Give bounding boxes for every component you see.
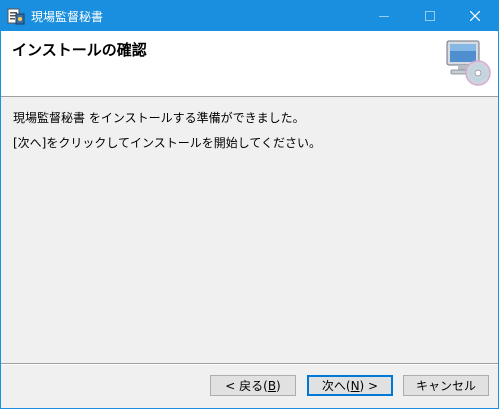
- header-banner: インストールの確認: [1, 31, 498, 97]
- setup-computer-cd-icon: [446, 40, 491, 86]
- dialog-content: 現場監督秘書 をインストールする準備ができました。 [次へ]をクリックしてインス…: [1, 97, 498, 363]
- next-button[interactable]: 次へ(N) >: [307, 375, 393, 396]
- ready-message: 現場監督秘書 をインストールする準備ができました。: [13, 111, 305, 125]
- maximize-icon: [425, 11, 435, 21]
- back-button-label-pre: < 戻る(: [225, 379, 268, 393]
- back-button-accel: B: [267, 378, 277, 393]
- next-button-accel: N: [350, 378, 360, 393]
- installer-window: 現場監督秘書 インストールの確認 現場監督秘書 をインストールする準備ができまし…: [0, 0, 499, 409]
- page-heading: インストールの確認: [12, 41, 147, 59]
- close-button[interactable]: [452, 1, 498, 31]
- minimize-icon: [379, 16, 389, 17]
- button-separator: [1, 363, 498, 365]
- next-button-label-post: ) >: [359, 378, 379, 393]
- app-icon: [7, 8, 25, 25]
- back-button-label-post: ): [276, 378, 281, 393]
- window-title: 現場監督秘書: [31, 10, 104, 24]
- instruction-message: [次へ]をクリックしてインストールを開始してください。: [13, 136, 322, 150]
- close-icon: [470, 11, 480, 21]
- next-button-label-pre: 次へ(: [321, 379, 351, 393]
- title-bar[interactable]: 現場監督秘書: [1, 1, 498, 31]
- back-button[interactable]: < 戻る(B): [210, 375, 296, 396]
- minimize-button[interactable]: [361, 1, 407, 31]
- maximize-button[interactable]: [407, 1, 453, 31]
- cancel-button[interactable]: キャンセル: [403, 375, 489, 396]
